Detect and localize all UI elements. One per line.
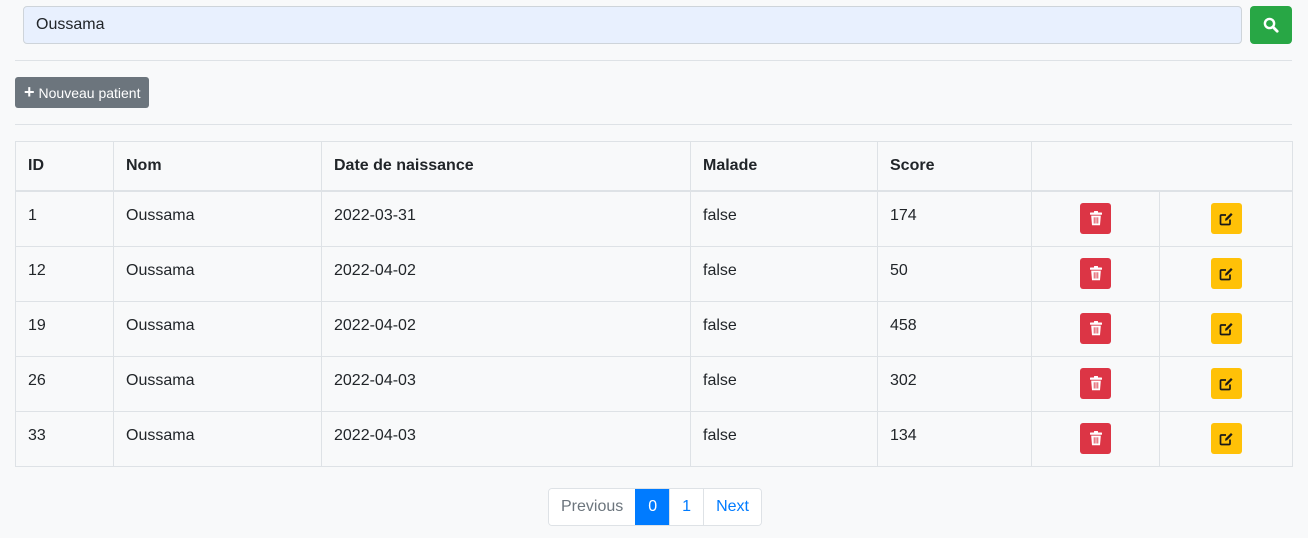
pagination: Previous 0 1 Next xyxy=(548,488,762,526)
plus-icon: + xyxy=(24,81,35,102)
trash-icon xyxy=(1089,376,1103,391)
cell-nom: Oussama xyxy=(113,355,322,412)
search-input[interactable] xyxy=(23,6,1242,44)
cell-id: 19 xyxy=(15,300,114,357)
delete-button[interactable] xyxy=(1080,313,1111,344)
cell-date: 2022-04-03 xyxy=(321,410,691,467)
trash-icon xyxy=(1089,431,1103,446)
table-row: 33 Oussama 2022-04-03 false 134 xyxy=(15,410,1293,467)
edit-icon xyxy=(1219,376,1234,391)
column-header-malade: Malade xyxy=(690,141,878,192)
cell-nom: Oussama xyxy=(113,245,322,302)
cell-date: 2022-04-02 xyxy=(321,245,691,302)
column-header-nom: Nom xyxy=(113,141,322,192)
divider xyxy=(15,124,1292,125)
cell-id: 33 xyxy=(15,410,114,467)
table-row: 19 Oussama 2022-04-02 false 458 xyxy=(15,300,1293,357)
cell-date: 2022-04-02 xyxy=(321,300,691,357)
column-header-date: Date de naissance xyxy=(321,141,691,192)
cell-edit xyxy=(1159,300,1293,357)
edit-icon xyxy=(1219,211,1234,226)
column-header-actions xyxy=(1031,141,1293,192)
cell-nom: Oussama xyxy=(113,190,322,247)
cell-delete xyxy=(1031,410,1160,467)
cell-score: 134 xyxy=(877,410,1032,467)
edit-button[interactable] xyxy=(1210,313,1242,344)
table-row: 12 Oussama 2022-04-02 false 50 xyxy=(15,245,1293,302)
cell-nom: Oussama xyxy=(113,410,322,467)
cell-id: 12 xyxy=(15,245,114,302)
pagination-page-1[interactable]: 1 xyxy=(669,489,704,525)
delete-button[interactable] xyxy=(1080,203,1111,235)
edit-button[interactable] xyxy=(1210,368,1242,399)
pagination-previous[interactable]: Previous xyxy=(549,489,636,525)
cell-malade: false xyxy=(690,190,878,247)
cell-id: 1 xyxy=(15,190,114,247)
cell-malade: false xyxy=(690,300,878,357)
table-header-row: ID Nom Date de naissance Malade Score xyxy=(15,141,1293,192)
cell-date: 2022-04-03 xyxy=(321,355,691,412)
trash-icon xyxy=(1089,266,1103,281)
cell-malade: false xyxy=(690,355,878,412)
cell-score: 174 xyxy=(877,190,1032,247)
cell-nom: Oussama xyxy=(113,300,322,357)
table-row: 26 Oussama 2022-04-03 false 302 xyxy=(15,355,1293,412)
cell-edit xyxy=(1159,190,1293,247)
edit-button[interactable] xyxy=(1210,203,1242,235)
delete-button[interactable] xyxy=(1080,368,1111,399)
cell-date: 2022-03-31 xyxy=(321,190,691,247)
column-header-score: Score xyxy=(877,141,1032,192)
pagination-page-0[interactable]: 0 xyxy=(635,489,670,525)
cell-delete xyxy=(1031,245,1160,302)
delete-button[interactable] xyxy=(1080,258,1111,289)
column-header-id: ID xyxy=(15,141,114,192)
cell-score: 458 xyxy=(877,300,1032,357)
trash-icon xyxy=(1089,211,1103,226)
edit-icon xyxy=(1219,266,1234,281)
cell-id: 26 xyxy=(15,355,114,412)
edit-icon xyxy=(1219,321,1234,336)
cell-delete xyxy=(1031,300,1160,357)
search-button[interactable] xyxy=(1250,6,1292,44)
edit-icon xyxy=(1219,431,1234,446)
new-patient-label: Nouveau patient xyxy=(38,84,141,101)
cell-malade: false xyxy=(690,410,878,467)
cell-malade: false xyxy=(690,245,878,302)
delete-button[interactable] xyxy=(1080,423,1111,454)
cell-delete xyxy=(1031,190,1160,247)
cell-edit xyxy=(1159,355,1293,412)
cell-score: 302 xyxy=(877,355,1032,412)
cell-edit xyxy=(1159,410,1293,467)
cell-delete xyxy=(1031,355,1160,412)
table-row: 1 Oussama 2022-03-31 false 174 xyxy=(15,190,1293,247)
search-icon xyxy=(1263,17,1279,33)
trash-icon xyxy=(1089,321,1103,336)
new-patient-button[interactable]: + Nouveau patient xyxy=(15,77,150,108)
pagination-next[interactable]: Next xyxy=(703,489,761,525)
patients-table: ID Nom Date de naissance Malade Score 1O… xyxy=(15,141,1293,467)
divider xyxy=(15,60,1292,61)
edit-button[interactable] xyxy=(1210,423,1242,454)
cell-edit xyxy=(1159,245,1293,302)
patients-page: + Nouveau patient ID Nom Date de naissan… xyxy=(0,0,1308,538)
edit-button[interactable] xyxy=(1210,258,1242,289)
cell-score: 50 xyxy=(877,245,1032,302)
